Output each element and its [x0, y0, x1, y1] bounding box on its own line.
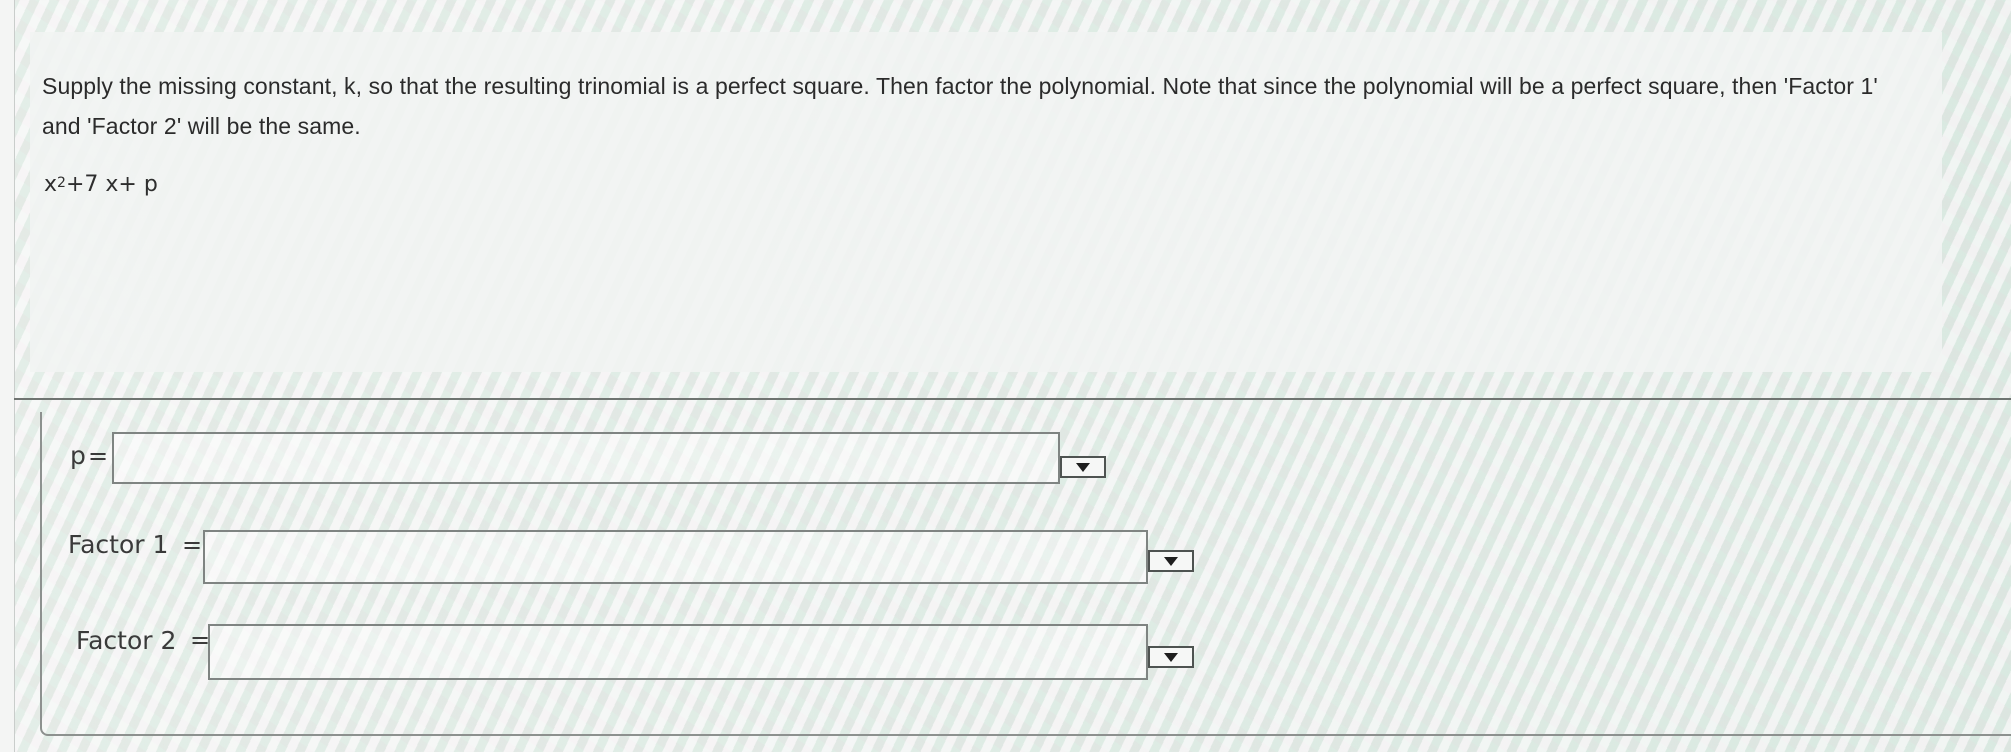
p-equals: = — [88, 442, 109, 470]
section-divider — [14, 398, 2011, 400]
question-panel: Supply the missing constant, k, so that … — [30, 32, 1942, 372]
answer-panel: p = Factor 1 = Factor 2 = — [40, 412, 2011, 736]
factor2-dropdown[interactable] — [1148, 646, 1194, 668]
question-instructions: Supply the missing constant, k, so that … — [42, 73, 1878, 139]
factor1-equals: = — [182, 531, 203, 559]
p-input[interactable] — [112, 432, 1060, 484]
factor1-label: Factor 1 — [68, 530, 169, 559]
expression-rest: +7 x+ p — [65, 172, 158, 197]
p-label: p — [70, 441, 86, 470]
polynomial-expression: x2+7 x+ p — [44, 172, 158, 197]
chevron-down-icon — [1076, 463, 1090, 472]
chevron-down-icon — [1164, 557, 1178, 566]
factor2-input[interactable] — [208, 624, 1148, 680]
factor1-input[interactable] — [203, 530, 1148, 584]
left-sidebar-edge — [0, 0, 15, 752]
factor2-label: Factor 2 — [76, 626, 177, 655]
expression-exponent: 2 — [57, 175, 66, 191]
p-dropdown[interactable] — [1060, 456, 1106, 478]
expression-base: x — [44, 172, 58, 197]
factor1-dropdown[interactable] — [1148, 550, 1194, 572]
chevron-down-icon — [1164, 653, 1178, 662]
